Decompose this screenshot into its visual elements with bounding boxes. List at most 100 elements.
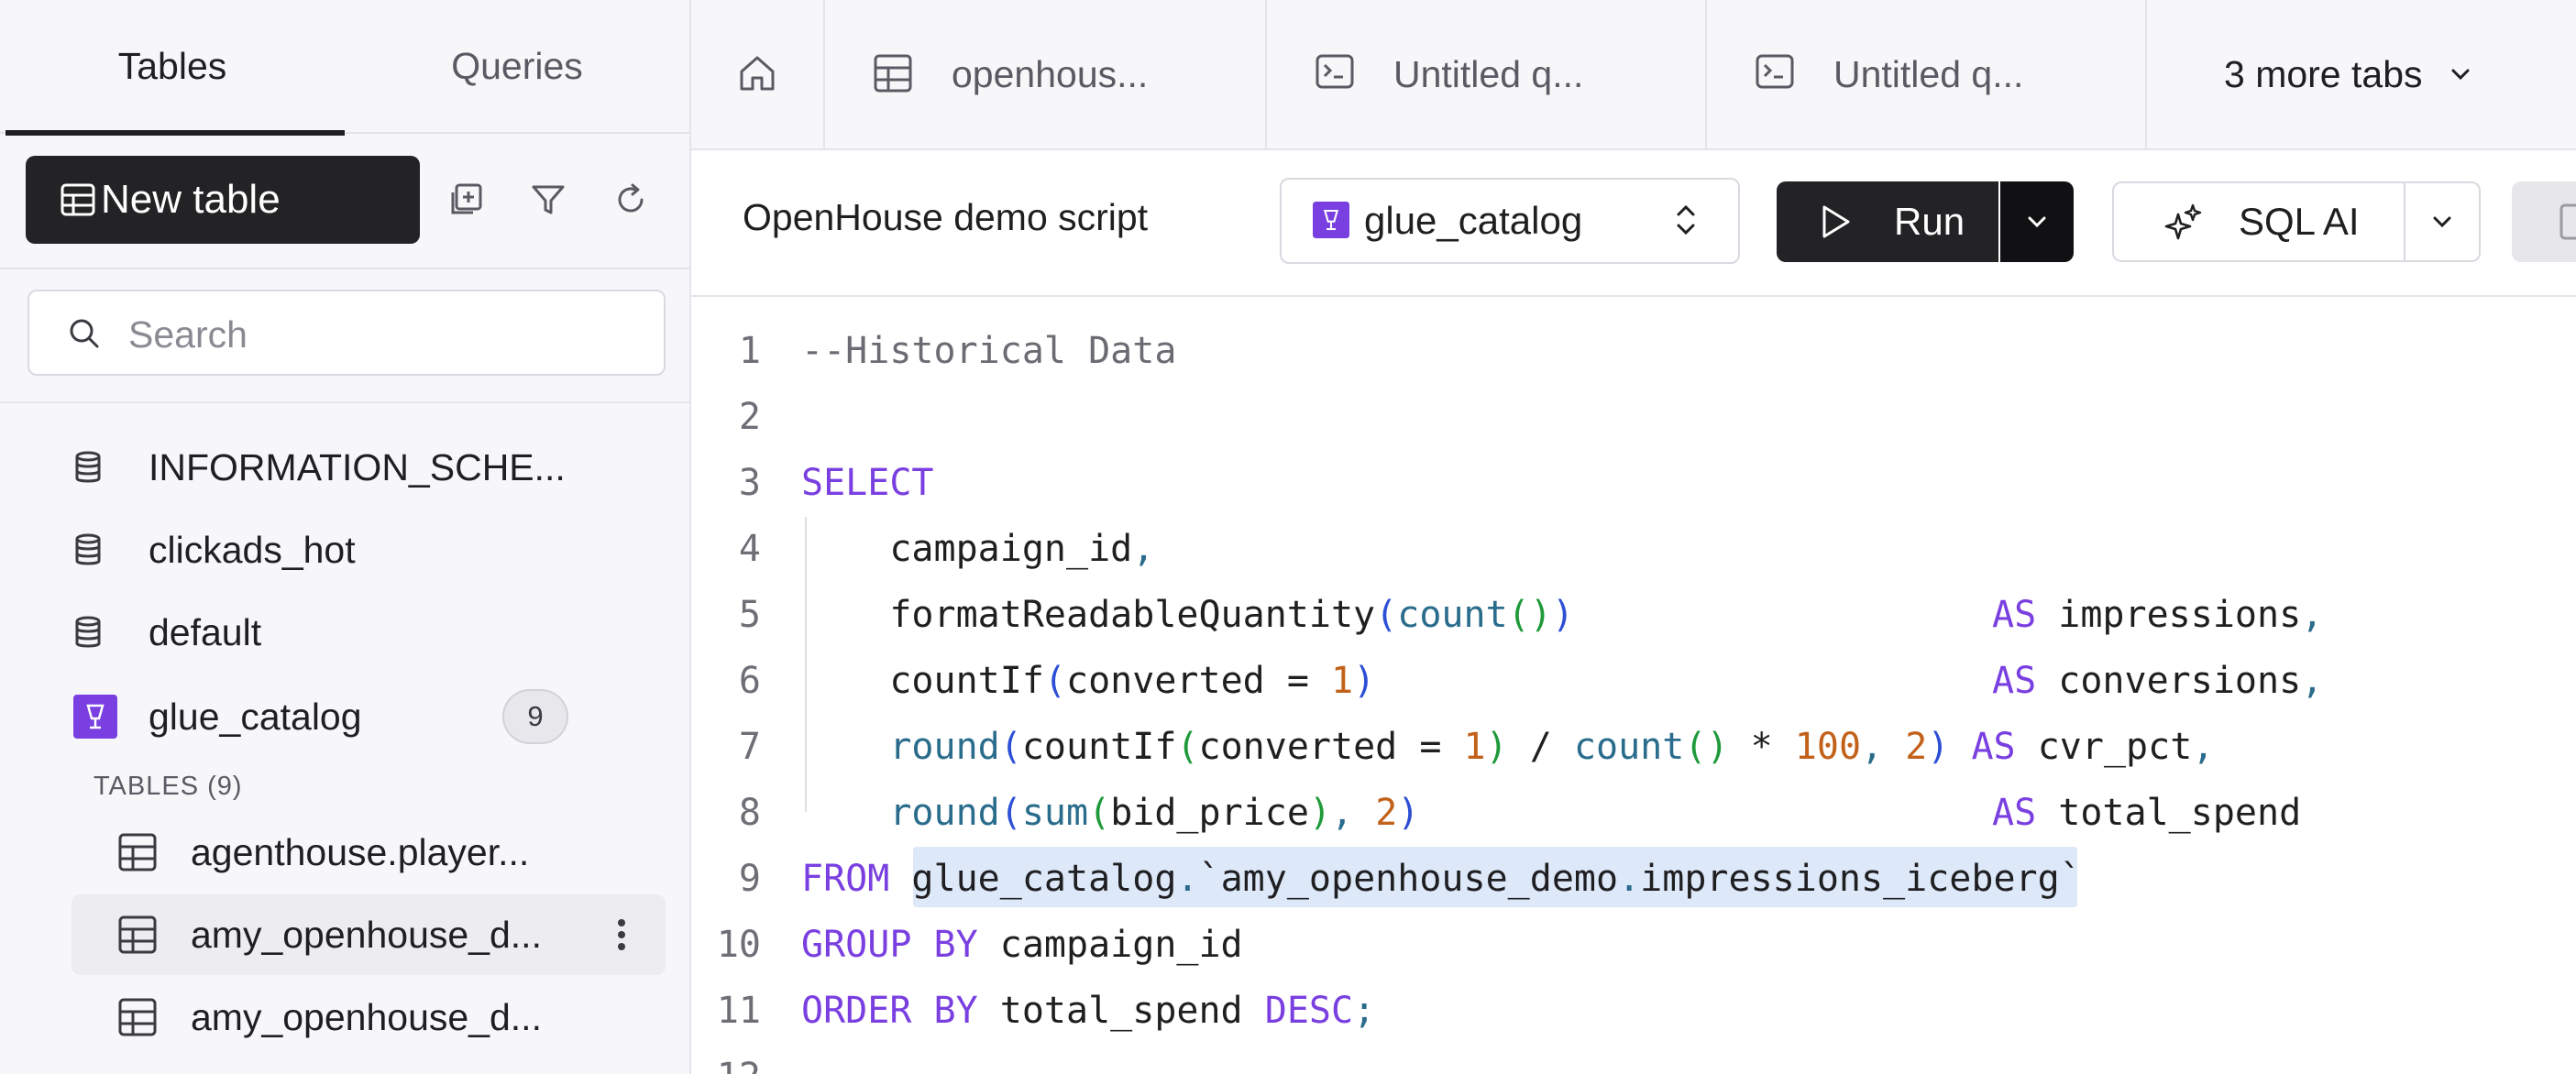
code-number: 1: [1330, 660, 1354, 702]
sparkles-icon: [2163, 202, 2204, 244]
sql-ai-options-button[interactable]: [2404, 181, 2481, 262]
code-editor[interactable]: 1 2 3 4 5 6 7 8 9 10 11 12 --Historical …: [691, 297, 2576, 1074]
line-number: 11: [716, 990, 761, 1032]
run-label: Run: [1894, 200, 1965, 243]
table-icon: [873, 53, 913, 93]
tree-item-label: default: [149, 610, 262, 653]
search-icon: [68, 317, 101, 350]
tab-openhouse[interactable]: openhous...: [825, 0, 1267, 148]
more-options-icon[interactable]: [603, 915, 640, 955]
table-item-amy-openhouse-2[interactable]: amy_openhouse_d...: [72, 977, 666, 1058]
code-paren: (: [1088, 792, 1111, 834]
code-function: formatReadableQuantity: [801, 594, 1376, 636]
table-item-label: amy_openhouse_d...: [191, 995, 542, 1038]
table-item-label: agenthouse.player...: [191, 830, 530, 873]
code-function: countIf: [801, 660, 1044, 702]
refresh-icon[interactable]: [609, 178, 653, 222]
tab-untitled-query-1[interactable]: Untitled q...: [1267, 0, 1707, 148]
code-number: 100: [1794, 726, 1862, 768]
code-line-9: FROM glue_catalog.`amy_openhouse_demo.im…: [801, 858, 2082, 900]
tab-label: openhous...: [952, 52, 1149, 95]
chevron-up-down-icon: [1674, 202, 1698, 238]
code-line-7: round(countIf(converted = 1) / count() *…: [801, 726, 2214, 768]
tab-untitled-query-2[interactable]: Untitled q...: [1707, 0, 2147, 148]
code-keyword: ORDER BY: [801, 990, 978, 1032]
catalog-select-value: glue_catalog: [1364, 199, 1583, 242]
chevron-down-icon: [2450, 68, 2471, 81]
terminal-icon: [1755, 53, 1795, 90]
tree-db-information-schema[interactable]: INFORMATION_SCHE...: [66, 431, 662, 504]
code-paren: (: [1176, 726, 1199, 768]
code-paren: (): [1684, 726, 1729, 768]
sql-ai-button[interactable]: SQL AI: [2112, 181, 2404, 262]
tree-item-label: glue_catalog: [149, 695, 362, 738]
line-number: 9: [738, 858, 761, 900]
tree-item-label: INFORMATION_SCHE...: [149, 445, 566, 488]
tree-db-clickads-hot[interactable]: clickads_hot: [66, 513, 662, 586]
line-number: 4: [738, 528, 761, 570]
code-keyword: AS: [1949, 726, 2016, 768]
code-paren: (: [1043, 660, 1066, 702]
tab-queries[interactable]: Queries: [345, 0, 689, 132]
code-token: bid_price: [1110, 792, 1309, 834]
chevron-down-icon: [2027, 215, 2047, 228]
code-token: glue_catalog: [889, 858, 1177, 900]
sidebar-toolbar: New table: [0, 134, 689, 269]
tab-label: Untitled q...: [1833, 52, 2024, 95]
more-tabs-button[interactable]: 3 more tabs: [2224, 0, 2471, 148]
code-number: 2: [1375, 792, 1398, 834]
run-options-button[interactable]: [2000, 181, 2074, 262]
code-punct: ,: [1331, 792, 1376, 834]
database-icon: [73, 451, 103, 484]
table-item-agenthouse[interactable]: agenthouse.player...: [72, 812, 666, 893]
glue-catalog-icon: [73, 695, 117, 739]
code-keyword: AS: [1992, 660, 2037, 702]
code-line-11: ORDER BY total_spend DESC;: [801, 990, 1375, 1032]
line-number: 7: [738, 726, 761, 768]
new-table-button[interactable]: New table: [26, 156, 420, 244]
code-paren: ): [1485, 726, 1508, 768]
catalog-select[interactable]: glue_catalog: [1280, 178, 1740, 264]
script-title[interactable]: OpenHouse demo script: [743, 196, 1148, 239]
code-line-4: campaign_id,: [801, 528, 1154, 570]
tree-db-glue-catalog[interactable]: glue_catalog 9: [66, 680, 662, 753]
tree-db-default[interactable]: default: [66, 596, 662, 669]
code-line-1: --Historical Data: [801, 330, 1176, 372]
code-paren: ): [1927, 726, 1950, 768]
line-number: 6: [738, 660, 761, 702]
line-number: 1: [738, 330, 761, 372]
code-token: *: [1728, 726, 1795, 768]
line-number: 2: [738, 396, 761, 438]
code-token: total_spend: [977, 990, 1265, 1032]
copy-icon[interactable]: [444, 178, 488, 222]
run-button[interactable]: Run: [1777, 181, 1998, 262]
save-button[interactable]: [2512, 181, 2576, 262]
table-item-amy-openhouse-1[interactable]: amy_openhouse_d...: [72, 894, 666, 975]
code-token: impressions_iceberg`: [1640, 858, 2082, 900]
table-icon: [117, 997, 158, 1037]
code-line-6: countIf(converted = 1): [801, 660, 1375, 702]
code-line-10: GROUP BY campaign_id: [801, 924, 1243, 966]
code-token: converted =: [1066, 660, 1331, 702]
code-function: count: [1397, 594, 1508, 636]
search-area: [0, 269, 689, 403]
line-number: 3: [738, 462, 761, 504]
database-icon: [73, 533, 103, 566]
code-paren: (: [999, 792, 1022, 834]
tab-tables[interactable]: Tables: [0, 0, 345, 136]
code-punct: .: [1618, 858, 1641, 900]
tab-queries-label: Queries: [451, 44, 583, 87]
search-box: [28, 290, 666, 376]
code-token: total_spend: [2036, 792, 2302, 834]
code-keyword: AS: [1992, 792, 2037, 834]
code-token: impressions: [2036, 594, 2302, 636]
code-number: 2: [1905, 726, 1928, 768]
editor-header: OpenHouse demo script glue_catalog Run S…: [691, 150, 2576, 297]
line-number: 10: [716, 924, 761, 966]
tab-home[interactable]: [691, 0, 825, 148]
code-paren: (: [1375, 594, 1398, 636]
code-token: cvr_pct: [2015, 726, 2193, 768]
filter-icon[interactable]: [526, 178, 570, 222]
new-table-label: New table: [101, 177, 281, 222]
search-input[interactable]: [127, 308, 644, 361]
